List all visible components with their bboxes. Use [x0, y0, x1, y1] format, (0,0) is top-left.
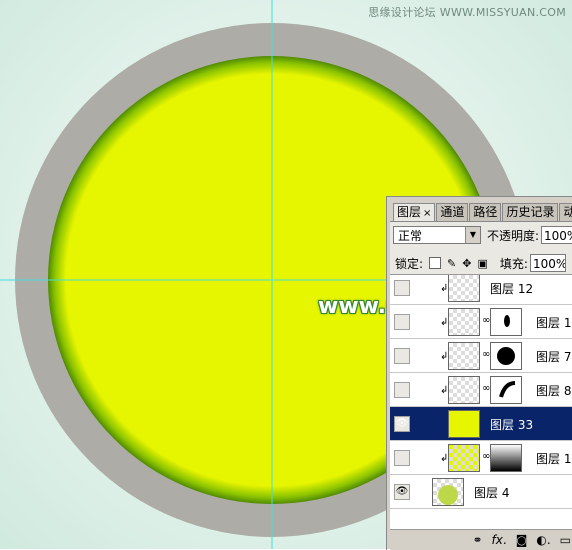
layer-row-selected[interactable]: 👁 图层 33: [390, 407, 572, 441]
layer-name: 图层 16: [536, 452, 572, 466]
panel-tabs: 图层 × 通道 路径 历史记录 动: [393, 203, 572, 221]
opacity-input[interactable]: 100%: [541, 226, 572, 244]
layers-panel: 图层× 通道 路径 历史记录 动 正常 ▼ 不透明度: 100% 锁定: ✎ ✥…: [386, 196, 572, 550]
layer-mask-thumbnail: [490, 342, 522, 370]
lock-transparent-pixels-icon[interactable]: [429, 257, 442, 269]
layer-name: 图层 33: [490, 418, 534, 432]
visibility-toggle[interactable]: [394, 382, 410, 398]
new-group-icon[interactable]: ▭: [560, 533, 571, 547]
layer-row[interactable]: ↲ ∞ 图层 7: [390, 339, 572, 373]
layer-row[interactable]: 👁 图层 4: [390, 475, 572, 509]
tab-history[interactable]: 历史记录: [502, 203, 559, 221]
lock-label: 锁定:: [395, 256, 424, 271]
chevron-down-icon: ▼: [464, 227, 480, 243]
layer-mask-thumbnail: [490, 444, 522, 472]
visibility-toggle[interactable]: [394, 450, 410, 466]
eye-icon[interactable]: 👁: [394, 484, 410, 500]
layer-list: ↲ 图层 12 ↲ ∞ 图层 14 ↲ ∞: [390, 274, 572, 531]
layer-name: 图层 8: [536, 384, 572, 398]
visibility-toggle[interactable]: [394, 280, 410, 296]
layer-thumbnail: [448, 376, 480, 404]
layer-thumbnail: [448, 410, 480, 438]
layers-bottom-toolbar: ⚭ fx. ◙ ◐. ▭: [390, 529, 572, 550]
layer-row[interactable]: ↲ 图层 12: [390, 275, 572, 305]
add-mask-icon[interactable]: ◙: [516, 533, 528, 547]
tab-layers[interactable]: 图层 ×: [393, 203, 436, 221]
visibility-toggle[interactable]: [394, 314, 410, 330]
tab-channels[interactable]: 通道: [436, 203, 469, 221]
blend-opacity-row: 正常 ▼ 不透明度: 100%: [393, 226, 572, 244]
layer-thumbnail: [448, 342, 480, 370]
tab-actions[interactable]: 动: [559, 203, 572, 221]
layer-thumbnail: [432, 478, 464, 506]
eye-icon[interactable]: 👁: [394, 416, 410, 432]
lock-all-icon[interactable]: ▣: [477, 257, 487, 270]
fill-label: 填充:: [499, 256, 528, 271]
lock-image-pixels-icon[interactable]: ✎: [447, 257, 456, 270]
layer-name: 图层 12: [490, 282, 534, 296]
layer-name: 图层 7: [536, 350, 572, 364]
layer-thumbnail: [448, 275, 480, 302]
layer-row[interactable]: ↲ ∞ 图层 8: [390, 373, 572, 407]
adjustment-icon[interactable]: ◐.: [536, 533, 550, 547]
site-watermark: 思缘设计论坛 WWW.MISSYUAN.COM: [368, 6, 566, 19]
link-icon[interactable]: ⚭: [472, 533, 482, 547]
opacity-label: 不透明度:: [486, 228, 540, 243]
lock-fill-row: 锁定: ✎ ✥ ▣ 填充: 100%: [395, 254, 566, 272]
fill-input[interactable]: 100%: [529, 254, 566, 272]
layers-tab-body: 正常 ▼ 不透明度: 100% 锁定: ✎ ✥ ▣ 填充: 100% ↲ 图层 …: [390, 221, 572, 550]
layer-thumbnail: [448, 444, 480, 472]
blend-mode-select[interactable]: 正常 ▼: [393, 226, 481, 244]
layer-name: 图层 4: [474, 486, 510, 500]
layer-row[interactable]: ↲ ∞ 图层 16: [390, 441, 572, 475]
close-icon[interactable]: ×: [423, 208, 431, 219]
layer-row[interactable]: ↲ ∞ 图层 14: [390, 305, 572, 339]
lock-position-icon[interactable]: ✥: [462, 257, 471, 270]
visibility-toggle[interactable]: [394, 348, 410, 364]
fx-icon[interactable]: fx.: [492, 533, 507, 547]
layer-mask-thumbnail: [490, 376, 522, 404]
layer-mask-thumbnail: [490, 308, 522, 336]
layer-thumbnail: [448, 308, 480, 336]
layer-name: 图层 14: [536, 316, 572, 330]
tab-paths[interactable]: 路径: [469, 203, 502, 221]
